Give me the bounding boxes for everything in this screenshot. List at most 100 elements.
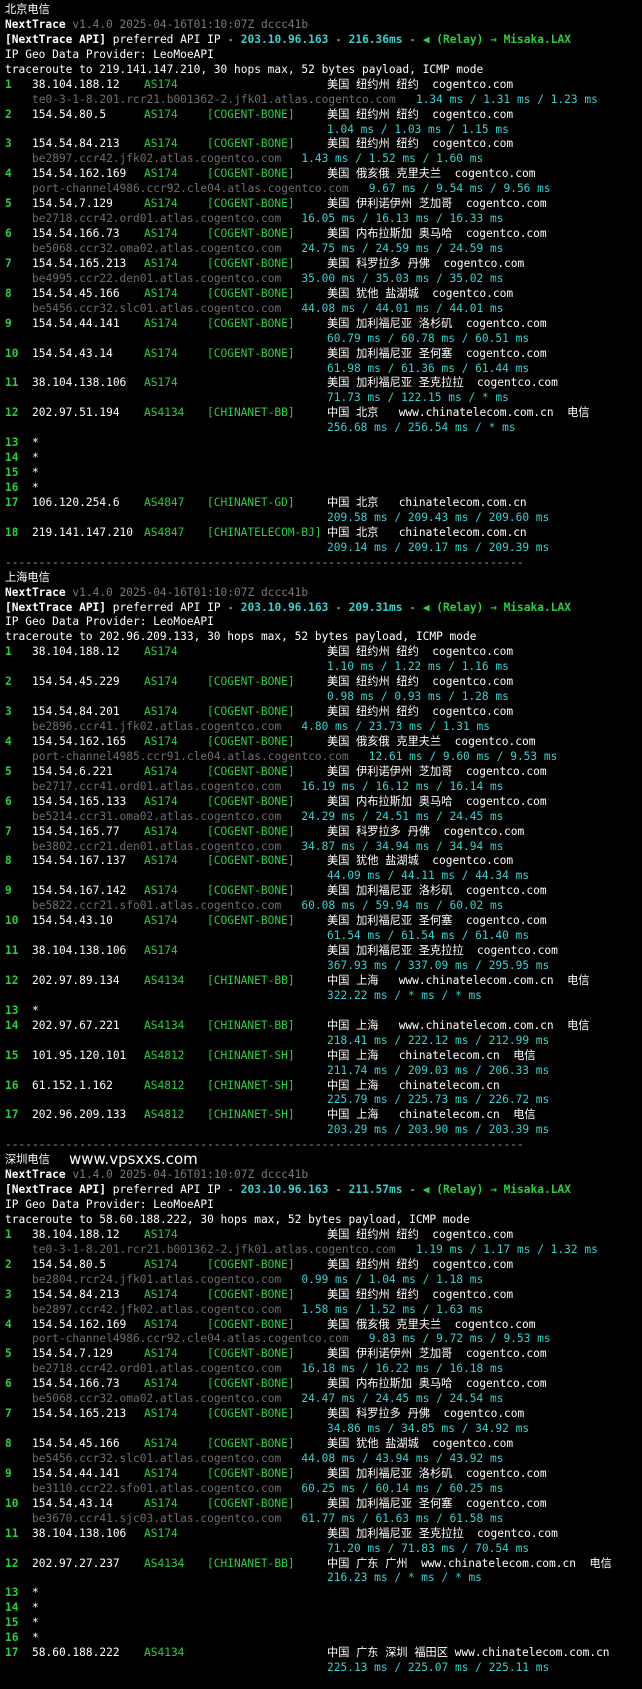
section-title-text: 北京电信 [5,3,50,16]
hop-number: 17 [5,1108,19,1122]
hop-rtt: 225.79 ms / 225.73 ms / 226.72 ms [327,1093,550,1107]
api-ip: 203.10.96.163 [240,32,329,46]
hop-tag: [COGENT-BONE] [207,1317,295,1331]
hop-tag: [CHINANET-BB] [207,1556,295,1570]
hop-rtt: 24.75 ms / 24.59 ms / 24.59 ms [301,242,504,255]
hop-row: 6 154.54.166.73 AS174 [COGENT-BONE] 美国 内布拉斯加… [5,227,637,242]
hop-detail-row: 34.86 ms / 34.85 ms / 34.92 ms [5,1422,637,1437]
hop-ip: 101.95.120.101 [32,1048,127,1062]
hop-tag: [COGENT-BONE] [207,1287,295,1301]
hop-row: 13 * [5,1586,637,1601]
hop-row: 1 38.104.188.12 AS174 美国 纽约州 纽约 cogentco.co… [5,78,637,93]
hop-number: 3 [5,1287,12,1301]
hop-rtt: 9.67 ms / 9.54 ms / 9.56 ms [368,182,551,196]
hop-row: 7 154.54.165.77 AS174 [COGENT-BONE] 美国 科罗拉多 … [5,825,637,840]
hop-number: 11 [5,1526,19,1540]
hop-row: 2 154.54.45.229 AS174 [COGENT-BONE] 美国 纽约州 纽… [5,675,637,690]
hop-tag: [COGENT-BONE] [207,1407,295,1421]
hop-ip: * [32,1601,39,1615]
hop-ip: 154.54.167.142 [32,884,127,898]
hop-ip: 106.120.254.6 [32,495,120,509]
api-prefix: [NextTrace API] [5,32,107,46]
api-text: preferred API IP - [112,32,235,46]
hop-asn: AS174 [144,1317,178,1331]
hop-hostname: be2804.rcr24.jfk01.atlas.cogentco.com [32,1272,282,1286]
hop-tag: [COGENT-BONE] [207,1257,295,1271]
hop-number: 14 [5,1601,19,1615]
hop-row: 12 202.97.51.194 AS4134 [CHINANET-BB] 中国 北京 … [5,406,637,421]
hop-ip: 154.54.43.10 [32,914,113,928]
api-relay: ◀ (Relay) → Misaka.LAX [422,600,571,614]
hop-ip: 154.54.165.133 [32,794,127,808]
hop-geo: 中国 北京 chinatelecom.com.cn [327,525,527,539]
hop-rtt: 209.14 ms / 209.17 ms / 209.39 ms [327,540,550,554]
hop-hostname: be5822.ccr21.sfo01.atlas.cogentco.com [32,899,282,913]
hop-geo: 中国 上海 chinatelecom.cn 电信 [327,1048,536,1062]
hop-asn: AS174 [144,1257,178,1271]
hop-ip: 38.104.188.12 [32,1227,120,1241]
hop-ip: 154.54.167.137 [32,854,127,868]
hop-number: 5 [5,1347,12,1361]
hop-number: 17 [5,495,19,509]
hop-detail-row: 322.22 ms / * ms / * ms [5,989,637,1004]
hop-detail-row: 71.73 ms / 122.15 ms / * ms [5,391,637,406]
hop-rtt: 209.58 ms / 209.43 ms / 209.60 ms [327,510,550,524]
hop-rtt: 71.20 ms / 71.83 ms / 70.54 ms [327,1541,530,1555]
hop-geo: 美国 科罗拉多 丹佛 cogentco.com [327,824,525,838]
hop-tag: [COGENT-BONE] [207,256,295,270]
hop-detail-row: 1.10 ms / 1.22 ms / 1.16 ms [5,660,637,675]
hop-geo: 美国 纽约州 纽约 cogentco.com [327,645,514,659]
api-line: [NextTrace API] preferred API IP - 203.1… [5,601,637,616]
hop-geo: 美国 纽约州 纽约 cogentco.com [327,1227,514,1241]
hop-hostname: be5456.ccr32.slc01.atlas.cogentco.com [32,1451,282,1465]
hop-asn: AS174 [144,1227,178,1241]
hop-row: 1 38.104.188.12 AS174 美国 纽约州 纽约 cogentco.co… [5,645,637,660]
terminal-output: 北京电信 NextTrace v1.4.0 2025-04-16T01:10:07… [5,3,637,1676]
hop-hostname: be4995.ccr22.den01.atlas.cogentco.com [32,271,282,285]
hop-hostname: be2718.ccr42.ord01.atlas.cogentco.com [32,1362,282,1376]
hop-asn: AS4847 [144,525,185,539]
hop-row: 18 219.141.147.210 AS4847 [CHINATELECOM-BJ]… [5,526,637,541]
hop-rtt: 16.05 ms / 16.13 ms / 16.33 ms [301,212,504,226]
hop-ip: 154.54.43.14 [32,1496,113,1510]
hop-asn: AS4134 [144,406,185,420]
hop-tag: [CHINANET-BB] [207,406,295,420]
hop-rtt: 61.77 ms / 61.63 ms / 61.58 ms [301,1511,504,1525]
hop-tag: [COGENT-BONE] [207,675,295,689]
hop-number: 15 [5,1048,19,1062]
app-name: NextTrace [5,17,66,31]
hop-geo: 美国 纽约州 纽约 cogentco.com [327,705,514,719]
hop-asn: AS174 [144,1496,178,1510]
hop-tag: [CHINANET-SH] [207,1078,295,1092]
hop-detail-row: 218.41 ms / 222.12 ms / 212.99 ms [5,1034,637,1049]
hop-geo: 美国 内布拉斯加 奥马哈 cogentco.com [327,794,547,808]
version-string: v1.4.0 2025-04-16T01:10:07Z dccc41b [72,585,309,599]
hop-row: 9 154.54.44.141 AS174 [COGENT-BONE] 美国 加利福尼亚… [5,317,637,332]
hop-number: 14 [5,451,19,465]
hop-row: 13 * [5,436,637,451]
hop-number: 5 [5,197,12,211]
hop-tag: [CHINANET-SH] [207,1108,295,1122]
version-string: v1.4.0 2025-04-16T01:10:07Z dccc41b [72,17,309,31]
hop-geo: 中国 上海 chinatelecom.cn [327,1078,500,1092]
hop-hostname: te0-3-1-8.201.rcr21.b001362-2.jfk01.atla… [32,92,396,106]
hop-rtt: 4.80 ms / 23.73 ms / 1.31 ms [301,720,490,733]
hop-detail-row: be4995.ccr22.den01.atlas.cogentco.com 35.… [5,272,637,287]
hop-asn: AS4134 [144,1018,185,1032]
api-line: [NextTrace API] preferred API IP - 203.1… [5,1183,637,1198]
hop-number: 7 [5,1407,12,1421]
hop-detail-row: 44.09 ms / 44.11 ms / 44.34 ms [5,869,637,884]
hop-number: 6 [5,794,12,808]
hop-asn: AS174 [144,645,178,659]
hop-number: 8 [5,286,12,300]
hop-row: 2 154.54.80.5 AS174 [COGENT-BONE] 美国 纽约州 纽约 … [5,1258,637,1273]
hop-tag: [CHINANET-SH] [207,1048,295,1062]
separator-text: ----------------------------------------… [5,555,524,569]
hop-ip: 202.97.51.194 [32,406,120,420]
hop-detail-row: 256.68 ms / 256.54 ms / * ms [5,421,637,436]
hop-detail-row: 225.13 ms / 225.07 ms / 225.11 ms [5,1661,637,1676]
hop-asn: AS174 [144,376,178,390]
hop-row: 4 154.54.162.165 AS174 [COGENT-BONE] 美国 俄亥俄 … [5,735,637,750]
hop-ip: * [32,436,39,450]
hop-row: 13 * [5,1004,637,1019]
